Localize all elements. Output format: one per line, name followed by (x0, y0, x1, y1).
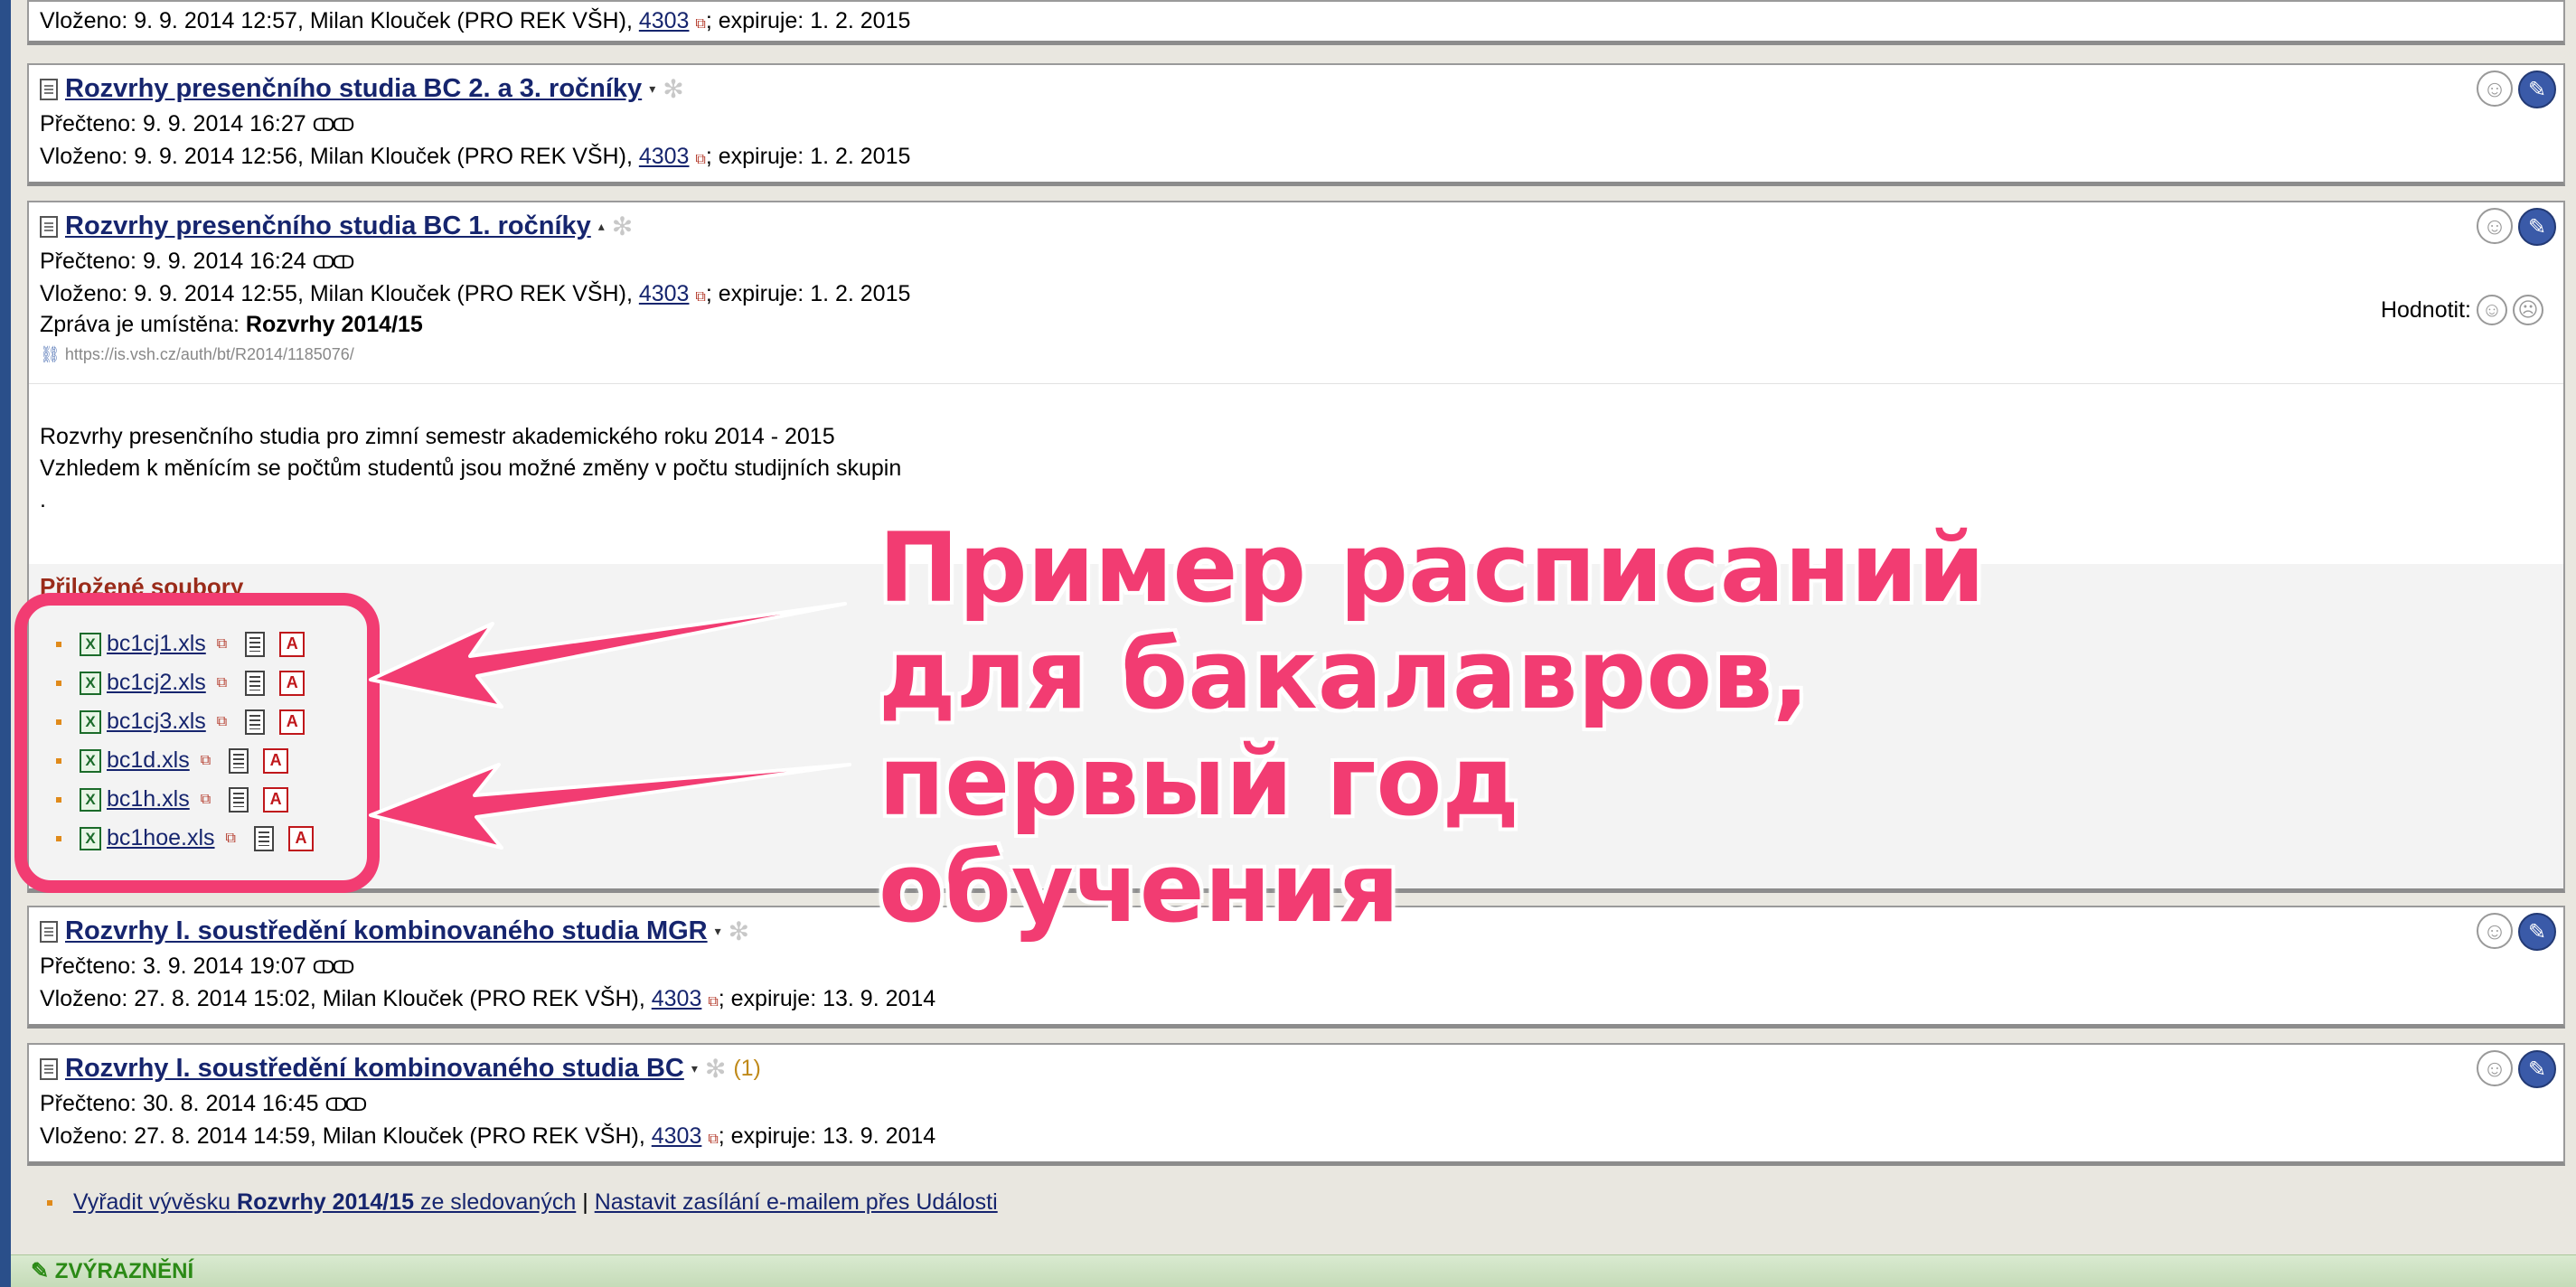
annotation-text: Пример расписаний для бакалавров, первый… (879, 515, 2054, 942)
annotation-line: для бакалавров, (879, 619, 1810, 730)
annotation-arrow (369, 763, 851, 850)
annotation-line: первый год обучения (879, 726, 1519, 944)
annotation-arrow (369, 602, 847, 709)
annotation-line: Пример расписаний (879, 512, 1986, 624)
